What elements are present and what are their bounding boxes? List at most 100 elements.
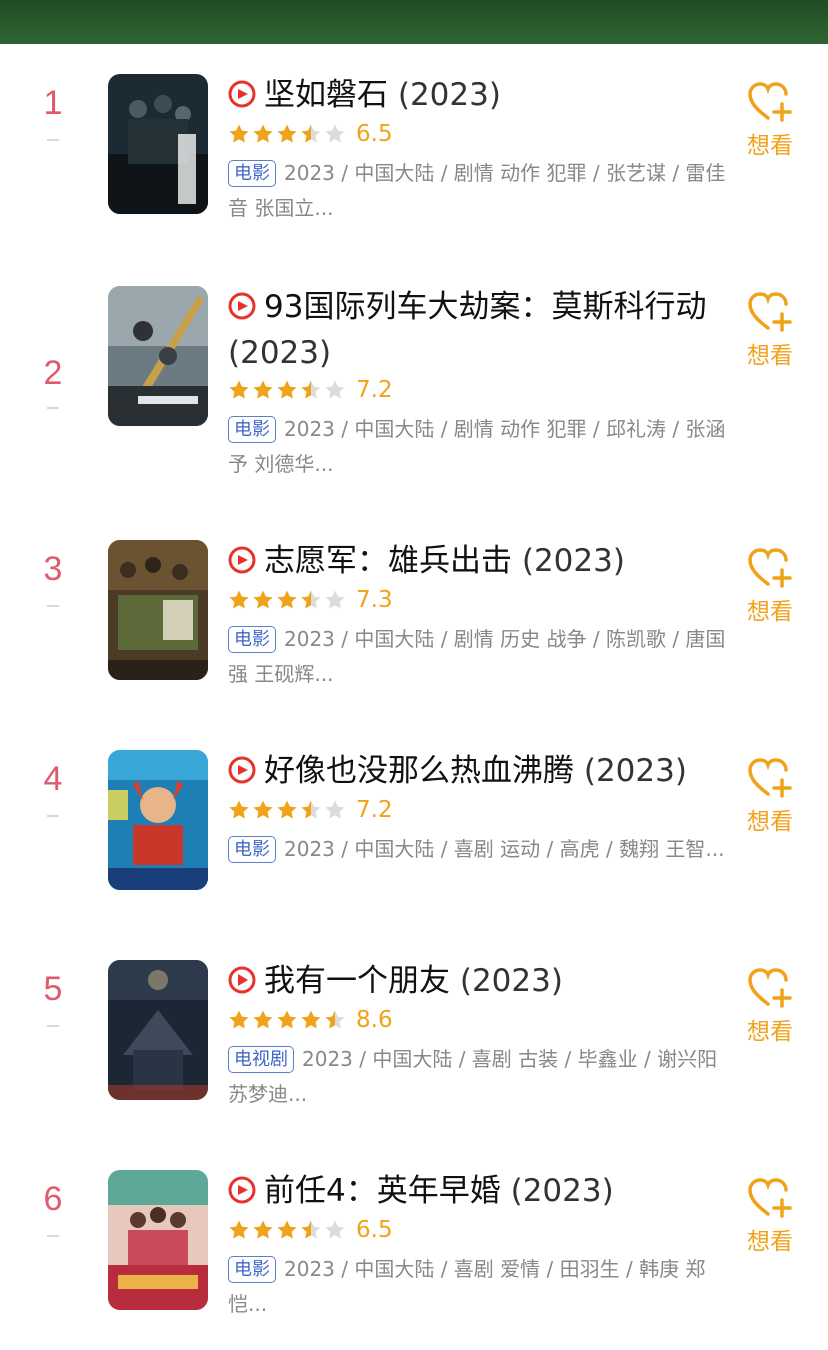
poster-image[interactable] (108, 960, 208, 1100)
type-tag: 电影 (228, 416, 276, 443)
rank-number: 5 (43, 970, 63, 1008)
want-to-watch-button[interactable]: 想看 (742, 754, 798, 836)
play-circle-icon (228, 546, 256, 574)
want-to-watch-button[interactable]: 想看 (742, 78, 798, 160)
star-rating (228, 589, 346, 611)
meta-text: 2023 / 中国大陆 / 剧情 动作 犯罪 / 邱礼涛 / 张涵予 刘德华..… (228, 417, 726, 476)
poster-image[interactable] (108, 540, 208, 680)
star-icon (301, 1220, 321, 1239)
type-tag: 电影 (228, 626, 276, 653)
heart-plus-icon (748, 758, 792, 798)
rating: 6.5 (228, 1214, 393, 1246)
play-circle-icon (228, 966, 256, 994)
want-to-watch-button[interactable]: 想看 (742, 288, 798, 370)
title[interactable]: 93国际列车大劫案：莫斯科行动 (2023) (228, 284, 733, 376)
meta-info: 电影 2023 / 中国大陆 / 剧情 动作 犯罪 / 张艺谋 / 雷佳音 张国立… (228, 156, 733, 226)
play-circle-icon (228, 1176, 256, 1204)
star-icon (301, 590, 321, 609)
play-circle-icon (228, 756, 256, 784)
list-item[interactable]: 5 我有一个朋友 (2023) 8.6 电视剧 2023 / 中国大陆 / 喜剧 … (0, 930, 828, 1140)
poster-image[interactable] (108, 1170, 208, 1310)
star-rating (228, 799, 346, 821)
type-tag: 电影 (228, 836, 276, 863)
heart-plus-icon (748, 548, 792, 588)
title[interactable]: 坚如磐石 (2023) (228, 72, 733, 118)
star-icon (229, 1220, 249, 1239)
star-rating (228, 379, 346, 401)
heart-plus-icon (748, 82, 792, 122)
divider (47, 815, 59, 817)
star-icon (253, 124, 273, 143)
score: 6.5 (356, 1217, 393, 1243)
want-to-watch-button[interactable]: 想看 (742, 544, 798, 626)
heart-plus-icon (748, 968, 792, 1008)
star-icon (253, 590, 273, 609)
rank-number: 1 (43, 84, 63, 122)
score: 8.6 (356, 1007, 393, 1033)
title-text: 志愿军：雄兵出击 (264, 543, 512, 579)
star-icon (277, 1220, 297, 1239)
meta-info: 电影 2023 / 中国大陆 / 喜剧 运动 / 高虎 / 魏翔 王智... (228, 832, 733, 867)
divider (47, 605, 59, 607)
type-tag: 电影 (228, 1256, 276, 1283)
star-icon (301, 380, 321, 399)
divider (47, 1025, 59, 1027)
title[interactable]: 我有一个朋友 (2023) (228, 958, 733, 1004)
heart-plus-icon (748, 292, 792, 332)
want-label: 想看 (747, 1019, 793, 1045)
meta-text: 2023 / 中国大陆 / 喜剧 爱情 / 田羽生 / 韩庚 郑恺... (228, 1257, 706, 1316)
type-tag: 电影 (228, 160, 276, 187)
title[interactable]: 志愿军：雄兵出击 (2023) (228, 538, 733, 584)
meta-info: 电影 2023 / 中国大陆 / 剧情 历史 战争 / 陈凯歌 / 唐国强 王砚辉… (228, 622, 733, 692)
want-to-watch-button[interactable]: 想看 (742, 1174, 798, 1256)
meta-text: 2023 / 中国大陆 / 剧情 动作 犯罪 / 张艺谋 / 雷佳音 张国立..… (228, 161, 726, 220)
star-icon (325, 590, 345, 609)
list-item[interactable]: 1 坚如磐石 (2023) 6.5 电影 2023 / 中国大陆 / 剧情 动作 … (0, 44, 828, 254)
rating: 6.5 (228, 118, 393, 150)
star-icon (253, 800, 273, 819)
star-icon (277, 800, 297, 819)
title[interactable]: 前任4：英年早婚 (2023) (228, 1168, 733, 1214)
want-label: 想看 (747, 599, 793, 625)
score: 7.2 (356, 797, 393, 823)
rating: 7.2 (228, 374, 393, 406)
star-icon (229, 800, 249, 819)
star-icon (229, 380, 249, 399)
play-circle-icon (228, 292, 256, 320)
meta-text: 2023 / 中国大陆 / 喜剧 古装 / 毕鑫业 / 谢兴阳 苏梦迪... (228, 1047, 718, 1106)
star-rating (228, 1219, 346, 1241)
title-year: (2023) (510, 1173, 614, 1209)
star-icon (277, 124, 297, 143)
star-icon (277, 380, 297, 399)
meta-info: 电影 2023 / 中国大陆 / 喜剧 爱情 / 田羽生 / 韩庚 郑恺... (228, 1252, 733, 1322)
list-item[interactable]: 4 好像也没那么热血沸腾 (2023) 7.2 电影 2023 / 中国大陆 / … (0, 720, 828, 930)
divider (47, 1235, 59, 1237)
star-icon (301, 800, 321, 819)
meta-info: 电视剧 2023 / 中国大陆 / 喜剧 古装 / 毕鑫业 / 谢兴阳 苏梦迪..… (228, 1042, 733, 1112)
title-year: (2023) (228, 335, 332, 371)
title-year: (2023) (397, 77, 501, 113)
star-rating (228, 123, 346, 145)
list-item[interactable]: 2 93国际列车大劫案：莫斯科行动 (2023) 7.2 电影 2023 / 中国… (0, 254, 828, 476)
title-text: 坚如磐石 (264, 77, 388, 113)
star-icon (229, 590, 249, 609)
want-to-watch-button[interactable]: 想看 (742, 964, 798, 1046)
score: 6.5 (356, 121, 393, 147)
want-label: 想看 (747, 343, 793, 369)
star-icon (253, 380, 273, 399)
want-label: 想看 (747, 133, 793, 159)
poster-image[interactable] (108, 286, 208, 426)
title[interactable]: 好像也没那么热血沸腾 (2023) (228, 748, 733, 794)
title-year: (2023) (521, 543, 625, 579)
poster-image[interactable] (108, 74, 208, 214)
poster-image[interactable] (108, 750, 208, 890)
meta-info: 电影 2023 / 中国大陆 / 剧情 动作 犯罪 / 邱礼涛 / 张涵予 刘德华… (228, 412, 733, 482)
list-item[interactable]: 3 志愿军：雄兵出击 (2023) 7.3 电影 2023 / 中国大陆 / 剧情… (0, 510, 828, 720)
star-rating (228, 1009, 346, 1031)
list-item[interactable]: 6 前任4：英年早婚 (2023) 6.5 电影 2023 / 中国大陆 / 喜剧… (0, 1140, 828, 1350)
want-label: 想看 (747, 1229, 793, 1255)
star-icon (277, 1010, 297, 1029)
star-icon (325, 124, 345, 143)
title-year: (2023) (583, 753, 687, 789)
rating: 7.2 (228, 794, 393, 826)
